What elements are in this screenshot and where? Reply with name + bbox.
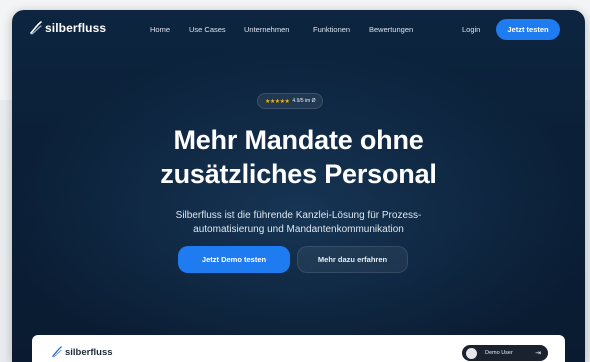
nav-link-bewertungen[interactable]: Bewertungen xyxy=(369,25,413,34)
website-window: silberfluss Home Use Cases Unternehmen F… xyxy=(12,10,585,362)
rating-text: 4.9/5 im Ø xyxy=(292,98,316,104)
demo-button[interactable]: Jetzt Demo testen xyxy=(178,246,290,273)
preview-brand-name: silberfluss xyxy=(65,346,113,358)
user-menu[interactable]: Demo User ⇥ xyxy=(462,345,548,361)
learn-more-button[interactable]: Mehr dazu erfahren xyxy=(297,246,408,273)
app-preview: silberfluss Demo User ⇥ xyxy=(32,335,565,362)
nav-link-funktionen[interactable]: Funktionen xyxy=(313,25,350,34)
hero-subtext: Silberfluss ist die führende Kanzlei-Lös… xyxy=(12,209,585,237)
rating-badge: ★★★★★ 4.9/5 im Ø xyxy=(257,93,324,109)
logout-icon[interactable]: ⇥ xyxy=(535,349,541,357)
star-icon: ★★★★★ xyxy=(265,98,290,105)
brand-logo[interactable]: silberfluss xyxy=(30,21,106,35)
top-navigation: silberfluss Home Use Cases Unternehmen F… xyxy=(12,10,585,50)
headline-line-1: Mehr Mandate ohne xyxy=(173,125,424,155)
nav-link-use-cases[interactable]: Use Cases xyxy=(189,25,226,34)
brand-name: silberfluss xyxy=(45,21,107,35)
logo-swoosh-icon xyxy=(30,21,42,35)
headline-line-2: zusätzliches Personal xyxy=(160,159,437,189)
login-link[interactable]: Login xyxy=(462,25,480,34)
nav-link-home[interactable]: Home xyxy=(150,25,170,34)
preview-brand-logo: silberfluss xyxy=(52,346,113,358)
subtext-line-2: automatisierung und Mandantenkommunikati… xyxy=(193,224,404,235)
nav-link-unternehmen[interactable]: Unternehmen xyxy=(244,25,289,34)
logo-swoosh-icon xyxy=(52,346,62,358)
subtext-line-1: Silberfluss ist die führende Kanzlei-Lös… xyxy=(175,210,422,221)
avatar-icon xyxy=(466,347,477,359)
hero-headline: Mehr Mandate ohne zusätzliches Personal xyxy=(12,123,585,191)
try-now-button[interactable]: Jetzt testen xyxy=(496,19,560,40)
user-name: Demo User xyxy=(485,350,513,356)
